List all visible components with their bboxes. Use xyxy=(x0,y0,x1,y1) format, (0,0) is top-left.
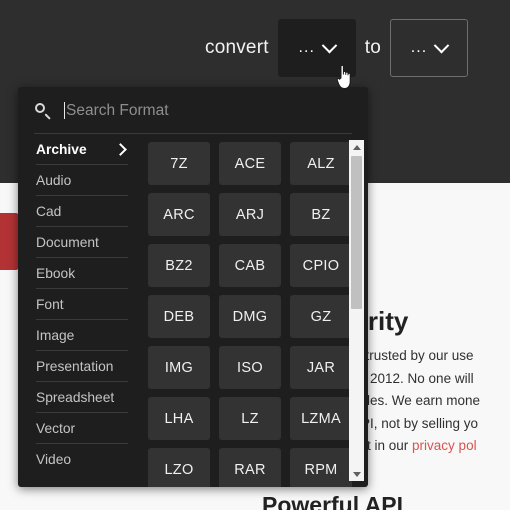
to-label: to xyxy=(364,37,381,58)
format-tile[interactable]: ACE xyxy=(219,142,281,185)
security-paragraph: is trusted by our use ce 2012. No one wi… xyxy=(352,345,510,458)
category-item-ebook[interactable]: Ebook xyxy=(36,258,128,289)
category-item-audio[interactable]: Audio xyxy=(36,165,128,196)
category-list: Archive Audio Cad Document Ebook Font Im… xyxy=(18,134,140,487)
format-tile[interactable]: GZ xyxy=(290,295,352,338)
category-label: Audio xyxy=(36,172,72,188)
security-heading: urity xyxy=(352,306,409,336)
security-line-1: ce 2012. No one will xyxy=(352,370,474,386)
format-tile[interactable]: ISO xyxy=(219,346,281,389)
triangle-up-icon xyxy=(352,144,361,150)
chevron-down-icon xyxy=(433,37,450,53)
category-item-presentation[interactable]: Presentation xyxy=(36,351,128,382)
scroll-up-button[interactable] xyxy=(349,140,364,154)
format-tile[interactable]: JAR xyxy=(290,346,352,389)
category-label: Presentation xyxy=(36,358,114,374)
category-label: Archive xyxy=(36,141,87,157)
category-label: Spreadsheet xyxy=(36,389,115,405)
format-tile[interactable]: RPM xyxy=(290,448,352,487)
category-item-spreadsheet[interactable]: Spreadsheet xyxy=(36,382,128,413)
category-item-vector[interactable]: Vector xyxy=(36,413,128,444)
search-row: Search Format xyxy=(18,87,368,134)
security-line-2: r files. We earn mone xyxy=(352,393,481,408)
category-label: Vector xyxy=(36,420,76,436)
format-tile[interactable]: ALZ xyxy=(290,142,352,185)
format-tile[interactable]: BZ2 xyxy=(148,244,210,287)
format-picker-panel: Search Format Archive Audio Cad Document xyxy=(18,87,368,487)
source-format-value: ... xyxy=(298,39,315,56)
category-label: Video xyxy=(36,452,72,467)
category-item-video[interactable]: Video xyxy=(36,444,128,475)
app-root: audio, on ert convert ... to ... r fi ud… xyxy=(0,0,510,510)
scrollbar-track[interactable] xyxy=(349,154,364,467)
format-tile[interactable]: 7Z xyxy=(148,142,210,185)
category-item-archive[interactable]: Archive xyxy=(36,134,128,165)
format-tile[interactable]: IMG xyxy=(148,346,210,389)
hero-line-0: audio, xyxy=(0,18,74,43)
search-input[interactable]: Search Format xyxy=(66,102,169,120)
format-tile[interactable]: LHA xyxy=(148,397,210,440)
target-format-dropdown[interactable]: ... xyxy=(389,19,468,77)
format-tile[interactable]: CPIO xyxy=(290,244,352,287)
category-label: Cad xyxy=(36,203,62,219)
category-item-image[interactable]: Image xyxy=(36,320,128,351)
format-scrollbar[interactable] xyxy=(349,140,364,481)
triangle-down-icon xyxy=(352,471,361,477)
chevron-right-icon xyxy=(114,142,127,156)
security-line-4: nat in our privacy pol xyxy=(352,435,510,458)
category-item-font[interactable]: Font xyxy=(36,289,128,320)
category-label: Ebook xyxy=(36,265,76,281)
panel-body: Archive Audio Cad Document Ebook Font Im… xyxy=(18,134,368,487)
format-grid: 7Z ACE ALZ ARC ARJ BZ BZ2 CAB CPIO DEB D… xyxy=(144,134,368,487)
hero-line-1: on xyxy=(0,43,74,68)
hero-text: audio, on ert xyxy=(0,18,74,93)
scrollbar-thumb[interactable] xyxy=(351,156,362,309)
api-heading: Powerful API xyxy=(262,492,403,510)
privacy-policy-link[interactable]: privacy pol xyxy=(412,438,477,453)
category-label: Image xyxy=(36,327,75,343)
target-format-value: ... xyxy=(410,39,428,56)
security-section: urity is trusted by our use ce 2012. No … xyxy=(352,305,510,458)
format-tile[interactable]: ARC xyxy=(148,193,210,236)
source-format-dropdown[interactable]: ... xyxy=(277,19,356,77)
format-tile[interactable]: LZMA xyxy=(290,397,352,440)
format-tile[interactable]: LZ xyxy=(219,397,281,440)
security-line-3: API, not by selling yo xyxy=(352,415,479,431)
category-label: Document xyxy=(36,234,99,250)
convert-label: convert xyxy=(205,37,269,58)
search-icon xyxy=(34,102,52,120)
format-tile[interactable]: ARJ xyxy=(219,193,281,236)
category-label: Font xyxy=(36,296,64,312)
format-tile[interactable]: BZ xyxy=(290,193,352,236)
format-tile[interactable]: CAB xyxy=(219,244,281,287)
format-tile[interactable]: DEB xyxy=(148,295,210,338)
category-item-cad[interactable]: Cad xyxy=(36,196,128,227)
convert-controls: convert ... to ... xyxy=(205,18,468,78)
format-tile[interactable]: RAR xyxy=(219,448,281,487)
text-caret xyxy=(64,102,65,119)
chevron-down-icon xyxy=(321,37,338,53)
format-grid-wrap: 7Z ACE ALZ ARC ARJ BZ BZ2 CAB CPIO DEB D… xyxy=(140,134,368,487)
scroll-down-button[interactable] xyxy=(349,467,364,481)
format-tile[interactable]: DMG xyxy=(219,295,281,338)
primary-cta-button[interactable] xyxy=(0,213,18,270)
format-tile[interactable]: LZO xyxy=(148,448,210,487)
security-line-0: is trusted by our use xyxy=(352,348,474,363)
category-item-document[interactable]: Document xyxy=(36,227,128,258)
